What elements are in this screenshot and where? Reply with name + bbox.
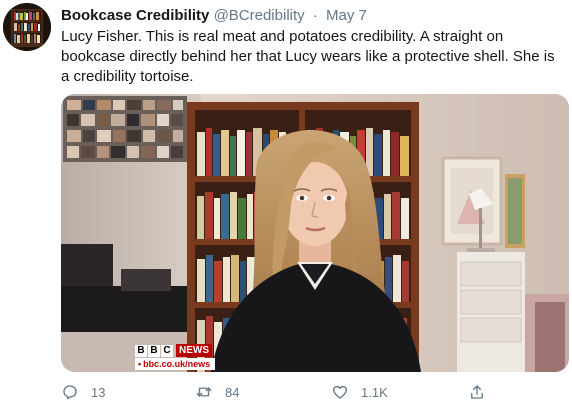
share-icon xyxy=(471,385,483,399)
bbc-url-bullet: • xyxy=(138,359,142,369)
reply-count: 13 xyxy=(91,384,106,400)
avatar-bookcase-image xyxy=(3,3,51,51)
display-name[interactable]: Bookcase Credibility xyxy=(61,7,209,24)
bbc-letter-c: C xyxy=(161,344,173,357)
bbc-news-label: NEWS xyxy=(176,344,212,357)
retweet-count: 84 xyxy=(225,384,240,400)
share-button[interactable] xyxy=(468,380,498,404)
tweet-date[interactable]: May 7 xyxy=(326,7,367,24)
bbc-url-caption: • bbc.co.uk/news xyxy=(135,358,216,370)
reply-icon xyxy=(63,385,77,400)
reply-button[interactable]: 13 xyxy=(61,380,105,404)
tweet-actions: 13 84 1.1K xyxy=(0,380,572,404)
like-button[interactable]: 1.1K xyxy=(331,380,388,404)
bbc-news-logo: B B C NEWS xyxy=(135,344,212,357)
handle[interactable]: @BCredibility xyxy=(214,7,305,24)
retweet-icon xyxy=(196,387,212,397)
bbc-url-text: bbc.co.uk/news xyxy=(143,359,211,369)
bbc-letter-b1: B xyxy=(135,344,147,357)
tweet: Bookcase Credibility @BCredibility · May… xyxy=(0,0,572,409)
bbc-letter-b2: B xyxy=(148,344,160,357)
like-icon xyxy=(332,385,348,399)
tweet-header: Bookcase Credibility @BCredibility · May… xyxy=(61,6,367,26)
retweet-button[interactable]: 84 xyxy=(195,380,239,404)
like-count: 1.1K xyxy=(361,384,388,400)
video-still-image xyxy=(61,94,569,372)
tweet-media[interactable]: B B C NEWS • bbc.co.uk/news xyxy=(61,94,569,372)
tweet-text: Lucy Fisher. This is real meat and potat… xyxy=(61,28,555,85)
separator-dot: · xyxy=(312,7,318,24)
avatar[interactable] xyxy=(3,3,51,51)
